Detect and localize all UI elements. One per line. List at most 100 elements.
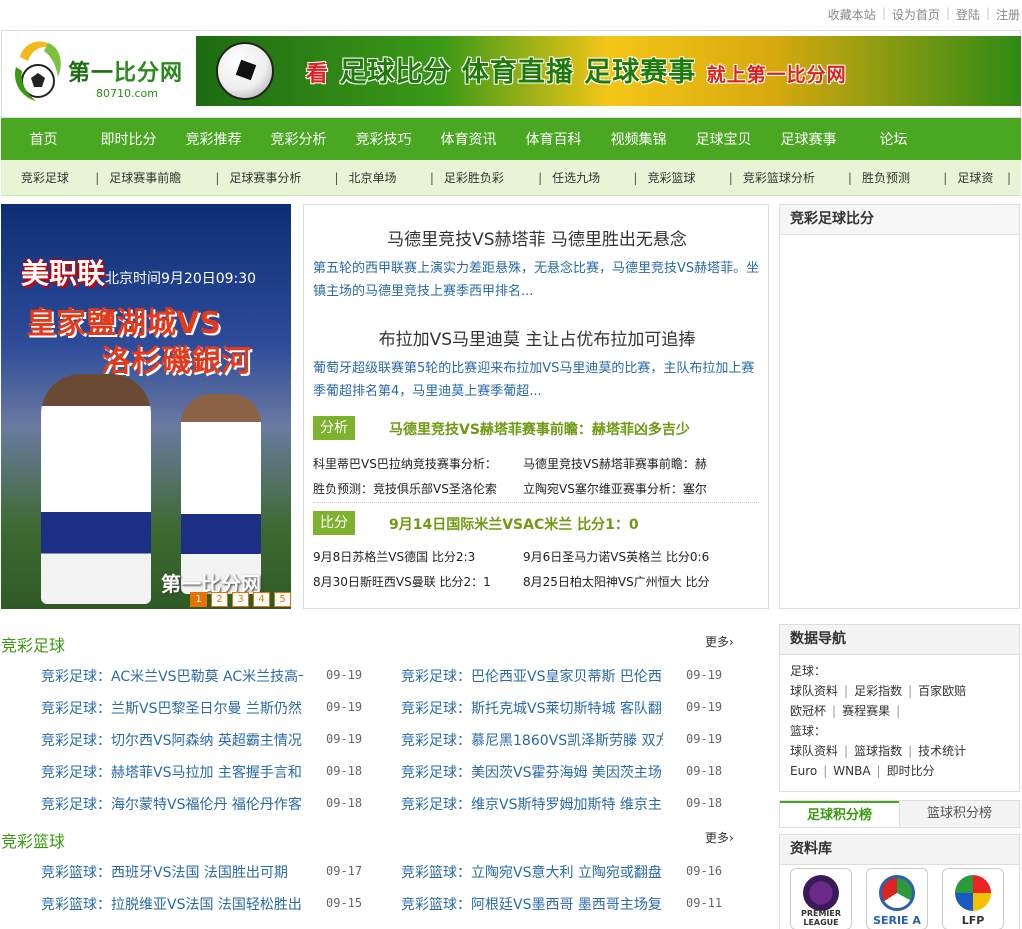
chevron-right-icon: ›: [729, 831, 734, 845]
nav-lottery-picks[interactable]: 竞彩推荐: [171, 129, 256, 149]
news-date: 09-18: [326, 764, 363, 778]
data-link[interactable]: Euro: [790, 764, 817, 778]
subnav-item[interactable]: 胜负预测: [862, 169, 933, 186]
data-link[interactable]: 篮球指数: [854, 744, 902, 758]
news-item[interactable]: 竞彩足球：AC米兰VS巴勒莫 AC米兰技高一: [41, 666, 303, 686]
subnav-item[interactable]: 竞彩篮球: [647, 169, 718, 186]
news-item[interactable]: 竞彩足球：维京VS斯特罗姆加斯特 维京主: [401, 794, 663, 814]
news-item[interactable]: 竞彩足球：海尔蒙特VS福伦丹 福伦丹作客: [41, 794, 303, 814]
data-link[interactable]: 足彩指数: [854, 684, 902, 698]
data-link[interactable]: 球队资料: [790, 684, 838, 698]
logo-url: 80710.com: [96, 87, 158, 100]
register-link[interactable]: 注册: [996, 6, 1020, 23]
slider-page[interactable]: 5: [274, 592, 291, 607]
football-more-link[interactable]: 更多›: [705, 633, 734, 650]
analysis-item[interactable]: 立陶宛VS塞尔维亚赛事分析：塞尔: [523, 480, 713, 497]
news-item[interactable]: 竞彩足球：斯托克城VS莱切斯特城 客队翻: [401, 698, 663, 718]
subnav-item[interactable]: 竞彩足球: [21, 169, 85, 186]
analysis-tag: 分析: [313, 416, 355, 440]
main-nav: 首页 即时比分 竞彩推荐 竞彩分析 竞彩技巧 体育资讯 体育百科 视频集锦 足球…: [1, 118, 1021, 160]
nav-home[interactable]: 首页: [1, 129, 86, 149]
news-date: 09-18: [326, 796, 363, 810]
data-link[interactable]: 欧冠杯: [790, 704, 826, 718]
player-image: [41, 374, 151, 604]
subnav-item[interactable]: 任选九场: [552, 169, 623, 186]
site-logo[interactable]: 第一比分网 80710.com: [14, 37, 194, 107]
news-item[interactable]: 竞彩篮球：阿根廷VS墨西哥 墨西哥主场复: [401, 894, 663, 914]
data-nav-box: 数据导航 足球： 球队资料 | 足彩指数 | 百家欧赔 欧冠杯 | 赛程赛果 | 篮球： 球队…: [779, 624, 1020, 792]
slider-page[interactable]: 1: [190, 592, 207, 607]
slider-page[interactable]: 3: [232, 592, 249, 607]
news-item[interactable]: 竞彩篮球：立陶宛VS意大利 立陶宛或翻盘: [401, 862, 663, 882]
lfp-logo[interactable]: LFP: [942, 868, 1004, 929]
news-item[interactable]: 竞彩足球：兰斯VS巴黎圣日尔曼 兰斯仍然: [41, 698, 303, 718]
headline-title[interactable]: 布拉加VS马里迪莫 主让占优布拉加可追捧: [304, 325, 770, 350]
news-item[interactable]: 竞彩足球：美因茨VS霍芬海姆 美因茨主场: [401, 762, 663, 782]
premier-league-logo[interactable]: PREMIER LEAGUE: [790, 868, 852, 929]
analysis-item[interactable]: 马德里竞技VS赫塔菲赛事前瞻：赫: [523, 455, 713, 472]
data-link[interactable]: 球队资料: [790, 744, 838, 758]
score-item[interactable]: 9月6日圣马力诺VS英格兰 比分0:6: [523, 548, 713, 565]
news-item[interactable]: 竞彩足球：赫塔菲VS马拉加 主客握手言和: [41, 762, 303, 782]
nav-forum[interactable]: 论坛: [851, 129, 936, 149]
news-date: 09-16: [686, 864, 723, 878]
subnav-item[interactable]: 足球赛事分析: [229, 169, 324, 186]
promo-slider[interactable]: 美职联北京时间9月20日09:30 皇家鹽湖城VS 洛杉磯銀河 第一比分网: [1, 204, 291, 609]
tab-football-standings[interactable]: 足球积分榜: [780, 801, 899, 827]
nav-football-babes[interactable]: 足球宝贝: [681, 129, 766, 149]
data-link[interactable]: 技术统计: [918, 744, 966, 758]
headline-title[interactable]: 马德里竞技VS赫塔菲 马德里胜出无悬念: [304, 225, 770, 250]
score-title[interactable]: 9月14日国际米兰VSAC米兰 比分1：0: [389, 514, 639, 534]
logo-icon: [14, 41, 61, 101]
analysis-item[interactable]: 科里蒂巴VS巴拉纳竞技赛事分析：: [313, 455, 513, 472]
score-item[interactable]: 8月30日斯旺西VS曼联 比分2：1: [313, 573, 513, 590]
news-item[interactable]: 竞彩足球：切尔西VS阿森纳 英超霸主情况: [41, 730, 303, 750]
data-link[interactable]: 赛程赛果: [842, 704, 890, 718]
page: 收藏本站 | 设为首页 | 登陆 | 注册 第一比分网 80710.com 看 足球比…: [0, 0, 1022, 929]
login-link[interactable]: 登陆: [956, 6, 980, 23]
header-banner[interactable]: 看 足球比分 体育直播 足球赛事 就上第一比分网: [196, 36, 1021, 106]
subnav-item[interactable]: 足球资: [957, 169, 997, 186]
nav-sports-wiki[interactable]: 体育百科: [511, 129, 596, 149]
news-date: 09-19: [326, 700, 363, 714]
nav-sports-news[interactable]: 体育资讯: [426, 129, 511, 149]
nav-football-events[interactable]: 足球赛事: [766, 129, 851, 149]
news-date: 09-19: [326, 732, 363, 746]
basketball-links: Euro | WNBA | 即时比分: [790, 764, 935, 778]
nav-lottery-analysis[interactable]: 竞彩分析: [256, 129, 341, 149]
slider-page[interactable]: 2: [211, 592, 228, 607]
score-box-title: 竞彩足球比分: [780, 205, 1019, 235]
set-homepage-link[interactable]: 设为首页: [892, 6, 940, 23]
score-item[interactable]: 9月8日苏格兰VS德国 比分2:3: [313, 548, 513, 565]
slider-away-team: 洛杉磯銀河: [101, 344, 251, 379]
logo-text: 第一比分网: [68, 61, 184, 86]
news-date: 09-19: [686, 700, 723, 714]
tab-basketball-standings[interactable]: 篮球积分榜: [899, 801, 1019, 827]
slider-pager: 1 2 3 4 5: [190, 592, 291, 607]
analysis-title[interactable]: 马德里竞技VS赫塔菲赛事前瞻：赫塔菲凶多吉少: [389, 419, 690, 439]
slider-page[interactable]: 4: [253, 592, 270, 607]
subnav-item[interactable]: 足彩胜负彩: [444, 169, 528, 186]
subnav-item[interactable]: 竞彩篮球分析: [743, 169, 838, 186]
news-item[interactable]: 竞彩足球：慕尼黑1860VS凯泽斯劳滕 双方: [401, 730, 663, 750]
data-link[interactable]: WNBA: [833, 764, 870, 778]
nav-live-score[interactable]: 即时比分: [86, 129, 171, 149]
football-links: 欧冠杯 | 赛程赛果 |: [790, 704, 901, 718]
news-date: 09-19: [326, 668, 363, 682]
nav-lottery-tips[interactable]: 竞彩技巧: [341, 129, 426, 149]
subnav-item[interactable]: 北京单场: [349, 169, 420, 186]
news-item[interactable]: 竞彩篮球：拉脱维亚VS法国 法国轻松胜出: [41, 894, 303, 914]
serie-a-logo[interactable]: SERIE A: [866, 868, 928, 929]
news-item[interactable]: 竞彩篮球：西班牙VS法国 法国胜出可期: [41, 862, 303, 882]
data-link[interactable]: 百家欧赔: [918, 684, 966, 698]
data-link[interactable]: 即时比分: [887, 764, 935, 778]
subnav-item[interactable]: 足球赛事前瞻: [109, 169, 205, 186]
bookmark-link[interactable]: 收藏本站: [828, 6, 876, 23]
nav-video-highlights[interactable]: 视频集锦: [596, 129, 681, 149]
analysis-item[interactable]: 胜负预测：竞技俱乐部VS圣洛伦索: [313, 480, 513, 497]
basketball-more-link[interactable]: 更多›: [705, 829, 734, 846]
score-item[interactable]: 8月25日柏太阳神VS广州恒大 比分: [523, 573, 713, 590]
football-score-box: 竞彩足球比分: [779, 204, 1020, 609]
news-item[interactable]: 竞彩足球：巴伦西亚VS皇家贝蒂斯 巴伦西: [401, 666, 663, 686]
data-nav-title: 数据导航: [780, 625, 1019, 655]
